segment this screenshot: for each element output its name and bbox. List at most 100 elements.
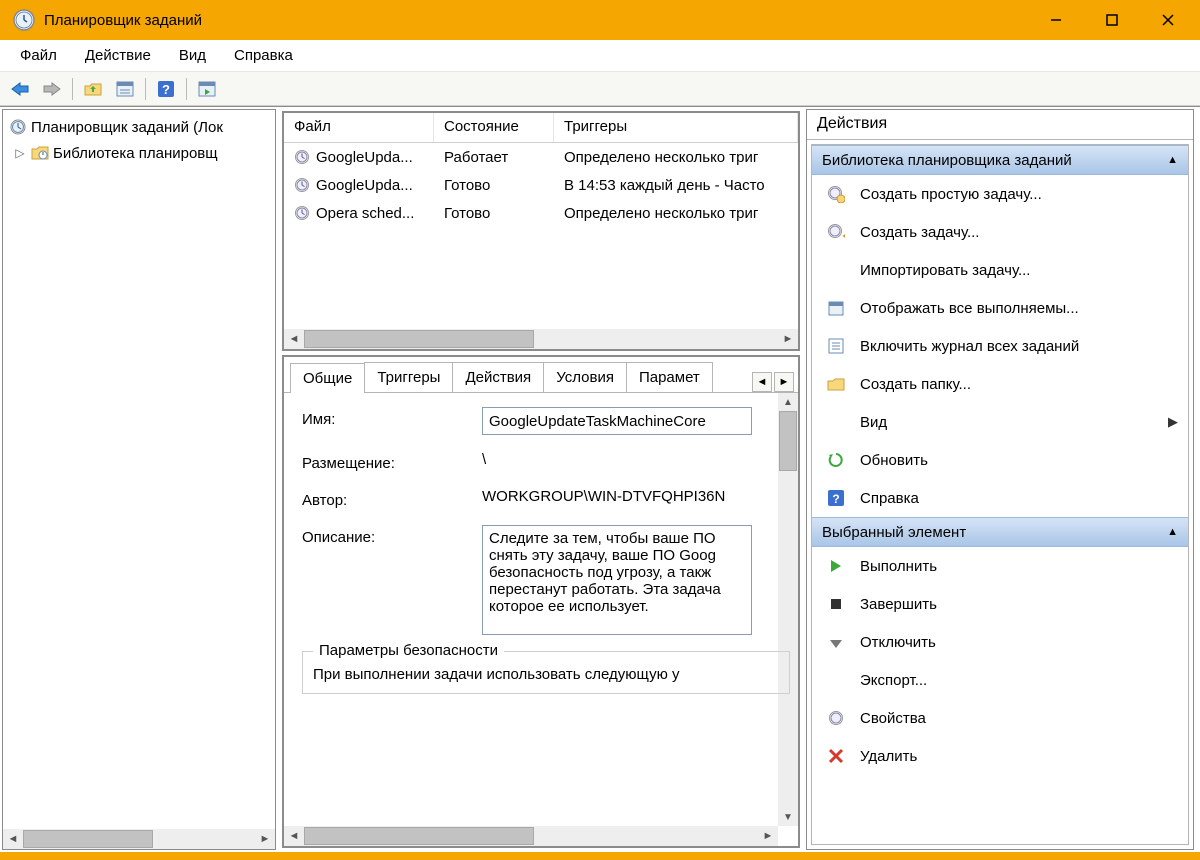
clock-icon bbox=[294, 177, 310, 193]
tree-panel: Планировщик заданий (Лок ▷ Библиотека пл… bbox=[2, 109, 276, 850]
location-value: \ bbox=[482, 451, 790, 468]
description-field[interactable] bbox=[482, 525, 752, 635]
tree-root[interactable]: Планировщик заданий (Лок bbox=[5, 114, 273, 140]
action-show-running[interactable]: Отображать все выполняемы... bbox=[812, 289, 1188, 327]
folder-icon bbox=[826, 374, 846, 394]
task-list: Файл Состояние Триггеры GoogleUpda... Ра… bbox=[282, 111, 800, 351]
tree-library[interactable]: ▷ Библиотека планировщ bbox=[5, 140, 273, 166]
task-row[interactable]: GoogleUpda... Готово В 14:53 каждый день… bbox=[284, 171, 798, 199]
clock-new-icon bbox=[826, 184, 846, 204]
action-export[interactable]: Экспорт... bbox=[812, 661, 1188, 699]
th-state[interactable]: Состояние bbox=[434, 113, 554, 142]
stop-icon bbox=[826, 594, 846, 614]
tasklist-hscrollbar[interactable]: ◄ ► bbox=[284, 329, 798, 349]
security-groupbox: Параметры безопасности При выполнении за… bbox=[302, 651, 790, 694]
blank-icon bbox=[826, 412, 846, 432]
actions-section-selected[interactable]: Выбранный элемент▲ bbox=[812, 517, 1188, 547]
calendar-icon bbox=[826, 298, 846, 318]
tab-triggers[interactable]: Триггеры bbox=[364, 362, 453, 392]
menu-action[interactable]: Действие bbox=[71, 43, 165, 68]
tab-actions[interactable]: Действия bbox=[452, 362, 544, 392]
action-new-folder[interactable]: Создать папку... bbox=[812, 365, 1188, 403]
action-help[interactable]: ?Справка bbox=[812, 479, 1188, 517]
description-label: Описание: bbox=[302, 525, 482, 546]
tree-library-label: Библиотека планировщ bbox=[53, 145, 218, 162]
folder-clock-icon bbox=[31, 144, 49, 162]
tab-general[interactable]: Общие bbox=[290, 363, 365, 393]
clock-icon bbox=[9, 118, 27, 136]
delete-icon bbox=[826, 746, 846, 766]
main-area: Планировщик заданий (Лок ▷ Библиотека пл… bbox=[0, 106, 1200, 852]
chevron-right-icon: ▶ bbox=[1168, 414, 1178, 430]
run-button[interactable] bbox=[193, 76, 221, 102]
name-field[interactable] bbox=[482, 407, 752, 435]
clock-plus-icon: ✦ bbox=[826, 222, 846, 242]
app-icon bbox=[12, 8, 36, 32]
maximize-button[interactable] bbox=[1084, 0, 1140, 40]
menu-help[interactable]: Справка bbox=[220, 43, 307, 68]
forward-button[interactable] bbox=[38, 76, 66, 102]
log-icon bbox=[826, 336, 846, 356]
properties-button[interactable] bbox=[111, 76, 139, 102]
action-end[interactable]: Завершить bbox=[812, 585, 1188, 623]
clock-icon bbox=[294, 149, 310, 165]
action-create-task[interactable]: ✦Создать задачу... bbox=[812, 213, 1188, 251]
back-button[interactable] bbox=[6, 76, 34, 102]
titlebar: Планировщик заданий bbox=[0, 0, 1200, 40]
author-label: Автор: bbox=[302, 488, 482, 509]
tab-nav-left[interactable]: ◄ bbox=[752, 372, 772, 392]
action-delete[interactable]: Удалить bbox=[812, 737, 1188, 775]
actions-panel: Действия Библиотека планировщика заданий… bbox=[806, 109, 1194, 850]
menu-view[interactable]: Вид bbox=[165, 43, 220, 68]
tab-bar: Общие Триггеры Действия Условия Парамет … bbox=[284, 357, 798, 393]
svg-text:?: ? bbox=[162, 82, 170, 97]
menu-file[interactable]: Файл bbox=[6, 43, 71, 68]
action-disable[interactable]: Отключить bbox=[812, 623, 1188, 661]
th-triggers[interactable]: Триггеры bbox=[554, 113, 798, 142]
actions-section-library[interactable]: Библиотека планировщика заданий▲ bbox=[812, 145, 1188, 175]
action-enable-history[interactable]: Включить журнал всех заданий bbox=[812, 327, 1188, 365]
minimize-button[interactable] bbox=[1028, 0, 1084, 40]
folder-up-button[interactable] bbox=[79, 76, 107, 102]
th-file[interactable]: Файл bbox=[284, 113, 434, 142]
location-label: Размещение: bbox=[302, 451, 482, 472]
svg-text:✦: ✦ bbox=[841, 231, 845, 241]
tree-root-label: Планировщик заданий (Лок bbox=[31, 119, 223, 136]
actions-title: Действия bbox=[807, 110, 1193, 140]
help-button[interactable]: ? bbox=[152, 76, 180, 102]
properties-icon bbox=[826, 708, 846, 728]
action-refresh[interactable]: Обновить bbox=[812, 441, 1188, 479]
toolbar: ? bbox=[0, 72, 1200, 106]
window-title: Планировщик заданий bbox=[44, 12, 202, 29]
action-import-task[interactable]: Импортировать задачу... bbox=[812, 251, 1188, 289]
tree-hscrollbar[interactable]: ◄ ► bbox=[3, 829, 275, 849]
disable-icon bbox=[826, 632, 846, 652]
tab-nav-right[interactable]: ► bbox=[774, 372, 794, 392]
author-value: WORKGROUP\WIN-DTVFQHPI36N bbox=[482, 488, 790, 505]
clock-icon bbox=[294, 205, 310, 221]
detail-hscrollbar[interactable]: ◄ ► bbox=[284, 826, 778, 846]
footer-bar bbox=[0, 852, 1200, 860]
security-text: При выполнении задачи использовать следу… bbox=[313, 666, 779, 683]
security-legend: Параметры безопасности bbox=[313, 642, 504, 659]
task-row[interactable]: GoogleUpda... Работает Определено нескол… bbox=[284, 143, 798, 171]
expand-icon[interactable]: ▷ bbox=[13, 146, 27, 160]
help-icon: ? bbox=[826, 488, 846, 508]
tab-params[interactable]: Парамет bbox=[626, 362, 713, 392]
task-header: Файл Состояние Триггеры bbox=[284, 113, 798, 143]
tab-conditions[interactable]: Условия bbox=[543, 362, 627, 392]
play-icon bbox=[826, 556, 846, 576]
blank-icon bbox=[826, 670, 846, 690]
center-panel: Файл Состояние Триггеры GoogleUpda... Ра… bbox=[278, 107, 804, 852]
menubar: Файл Действие Вид Справка bbox=[0, 40, 1200, 72]
refresh-icon bbox=[826, 450, 846, 470]
action-run[interactable]: Выполнить bbox=[812, 547, 1188, 585]
action-create-basic-task[interactable]: Создать простую задачу... bbox=[812, 175, 1188, 213]
task-detail: Общие Триггеры Действия Условия Парамет … bbox=[282, 355, 800, 848]
action-view[interactable]: Вид▶ bbox=[812, 403, 1188, 441]
action-properties[interactable]: Свойства bbox=[812, 699, 1188, 737]
task-row[interactable]: Opera sched... Готово Определено несколь… bbox=[284, 199, 798, 227]
close-button[interactable] bbox=[1140, 0, 1196, 40]
svg-text:?: ? bbox=[832, 492, 839, 506]
name-label: Имя: bbox=[302, 407, 482, 428]
